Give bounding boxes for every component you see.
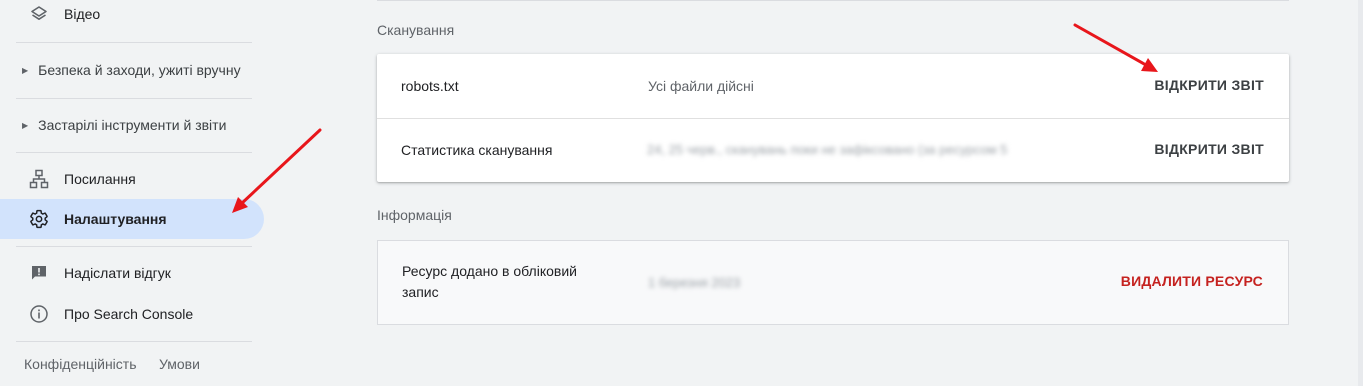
sidebar-item-settings[interactable]: Налаштування (0, 199, 264, 239)
divider (16, 246, 252, 247)
crawling-row-robots: robots.txt Усі файли дійсні ВІДКРИТИ ЗВІ… (377, 54, 1289, 119)
sidebar-item-feedback[interactable]: Надіслати відгук (0, 253, 265, 293)
sidebar-group-security[interactable]: ▶ Безпека й заходи, ужиті вручну (0, 50, 265, 90)
row-status: Усі файли дійсні (648, 78, 754, 94)
sidebar-item-about[interactable]: Про Search Console (0, 294, 265, 334)
divider (16, 98, 252, 99)
sidebar-group-legacy[interactable]: ▶ Застарілі інструменти й звіти (0, 105, 265, 145)
info-card: Ресурс додано в обліковий запис 1 березн… (377, 240, 1289, 325)
resource-added-date-blurred: 1 березня 2023 (648, 275, 741, 290)
sidebar: Відео ▶ Безпека й заходи, ужиті вручну ▶… (0, 0, 265, 386)
info-icon (28, 303, 50, 325)
sidebar-item-label: Про Search Console (64, 306, 194, 322)
divider (16, 341, 252, 342)
sidebar-item-label: Посилання (64, 171, 136, 187)
crawling-card: robots.txt Усі файли дійсні ВІДКРИТИ ЗВІ… (377, 54, 1289, 182)
sidebar-item-video[interactable]: Відео (0, 0, 265, 34)
sidebar-group-label: Безпека й заходи, ужиті вручну (38, 62, 241, 78)
sidebar-item-links[interactable]: Посилання (0, 159, 265, 199)
crawling-section-title: Сканування (377, 22, 455, 38)
sidebar-item-label: Налаштування (64, 211, 167, 227)
sidebar-item-label: Відео (64, 6, 101, 22)
privacy-link[interactable]: Конфіденційність (24, 356, 137, 372)
row-status-blurred: 24, 25 черв., сканувань поки не зафіксов… (647, 142, 1007, 157)
row-label: Статистика сканування (401, 142, 553, 158)
chevron-right-icon: ▶ (22, 65, 29, 75)
sidebar-item-label: Надіслати відгук (64, 265, 171, 281)
sitemap-icon (28, 168, 50, 190)
crawling-row-stats: Статистика сканування 24, 25 черв., скан… (377, 118, 1289, 182)
divider (377, 0, 1289, 1)
row-label: robots.txt (401, 78, 459, 94)
sidebar-group-label: Застарілі інструменти й звіти (38, 117, 227, 133)
terms-link[interactable]: Умови (159, 356, 200, 372)
divider (16, 152, 252, 153)
scrollbar[interactable] (1358, 0, 1363, 386)
layers-icon (28, 3, 50, 25)
search-console-settings-page: Відео ▶ Безпека й заходи, ужиті вручну ▶… (0, 0, 1363, 386)
open-robots-report-button[interactable]: ВІДКРИТИ ЗВІТ (1154, 77, 1264, 93)
open-crawl-stats-report-button[interactable]: ВІДКРИТИ ЗВІТ (1154, 141, 1264, 157)
divider (16, 42, 252, 43)
info-section-title: Інформація (377, 207, 452, 223)
resource-added-label: Ресурс додано в обліковий запис (402, 263, 577, 300)
gear-icon (28, 208, 50, 230)
feedback-icon (28, 262, 50, 284)
remove-property-button[interactable]: ВИДАЛИТИ РЕСУРС (1121, 273, 1263, 289)
chevron-right-icon: ▶ (22, 120, 29, 130)
